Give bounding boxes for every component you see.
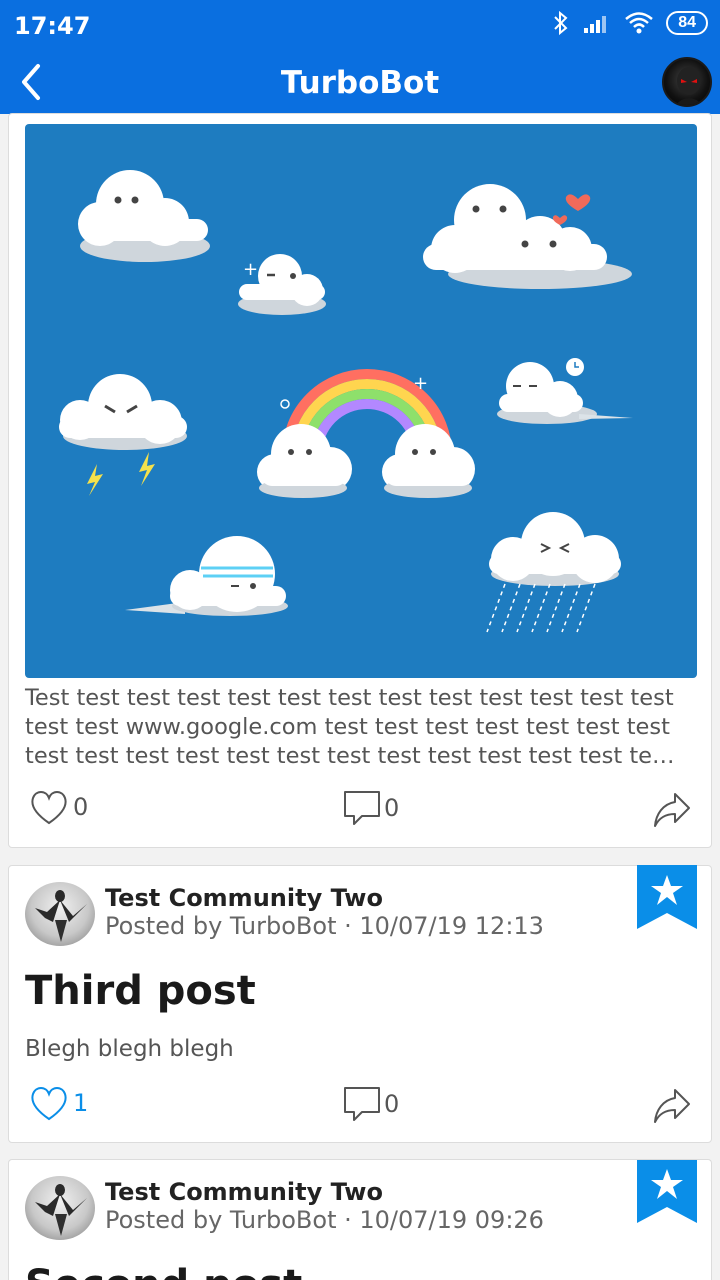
community-avatar[interactable]	[25, 1176, 95, 1240]
comment-count: 0	[384, 794, 400, 822]
bookmark-star-icon[interactable]	[637, 865, 697, 929]
svg-text:+: +	[243, 259, 258, 280]
post-header: Test Community Two Posted by TurboBot · …	[25, 1176, 625, 1240]
comment-button[interactable]: 0	[342, 1084, 399, 1124]
post-title[interactable]: Third post	[25, 968, 256, 1014]
comment-icon	[344, 791, 380, 825]
like-count: 1	[73, 1089, 89, 1117]
heart-icon	[31, 1087, 67, 1121]
like-button[interactable]: 0	[29, 788, 88, 826]
wifi-icon	[625, 12, 654, 34]
comment-count: 0	[384, 1090, 400, 1118]
post-card[interactable]: Test Community Two Posted by TurboBot · …	[8, 865, 712, 1143]
post-image[interactable]: + +	[25, 124, 697, 678]
page-title: TurboBot	[280, 65, 440, 101]
post-byline: Posted by TurboBot · 10/07/19 12:13	[105, 912, 544, 940]
post-body[interactable]: Blegh blegh blegh	[25, 1036, 234, 1062]
post-actions: 0 0	[9, 786, 713, 836]
battery-badge: 84	[666, 11, 708, 35]
post-card[interactable]: Test Community Two Posted by TurboBot · …	[8, 1159, 712, 1280]
share-button[interactable]	[651, 790, 693, 830]
share-icon	[654, 1089, 690, 1123]
status-bar: 17:47 84	[0, 0, 720, 50]
bookmark-star-icon[interactable]	[637, 1159, 697, 1223]
post-text[interactable]: Test test test test test test test test …	[25, 684, 705, 771]
heart-icon	[31, 791, 67, 825]
user-avatar[interactable]	[662, 57, 712, 107]
post-card[interactable]: + + Test test test test test test test t…	[8, 113, 712, 848]
cloud-illustration	[78, 170, 210, 262]
share-button[interactable]	[651, 1086, 693, 1126]
like-count: 0	[73, 793, 89, 821]
community-name[interactable]: Test Community Two	[105, 884, 383, 912]
svg-text:+: +	[413, 373, 428, 394]
share-icon	[654, 793, 690, 827]
signal-icon	[584, 16, 607, 33]
post-title[interactable]: Second post	[25, 1262, 302, 1280]
community-avatar[interactable]	[25, 882, 95, 946]
comment-icon	[344, 1087, 380, 1121]
community-name[interactable]: Test Community Two	[105, 1178, 383, 1206]
post-byline: Posted by TurboBot · 10/07/19 09:26	[105, 1206, 544, 1234]
post-actions: 1 0	[9, 1082, 713, 1132]
comment-button[interactable]: 0	[342, 788, 399, 828]
status-time: 17:47	[14, 12, 91, 40]
status-icons: 84	[552, 10, 708, 36]
app-bar: TurboBot	[0, 50, 720, 114]
bluetooth-icon	[554, 10, 568, 36]
post-header: Test Community Two Posted by TurboBot · …	[25, 882, 625, 946]
like-button[interactable]: 1	[29, 1084, 88, 1122]
